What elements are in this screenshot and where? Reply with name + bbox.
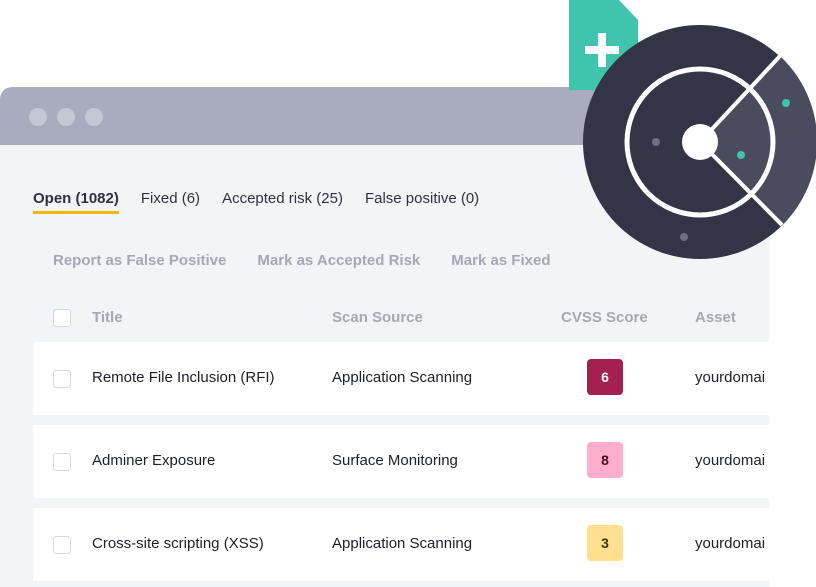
decorative-illustration bbox=[569, 0, 816, 259]
radar-icon bbox=[583, 25, 816, 259]
